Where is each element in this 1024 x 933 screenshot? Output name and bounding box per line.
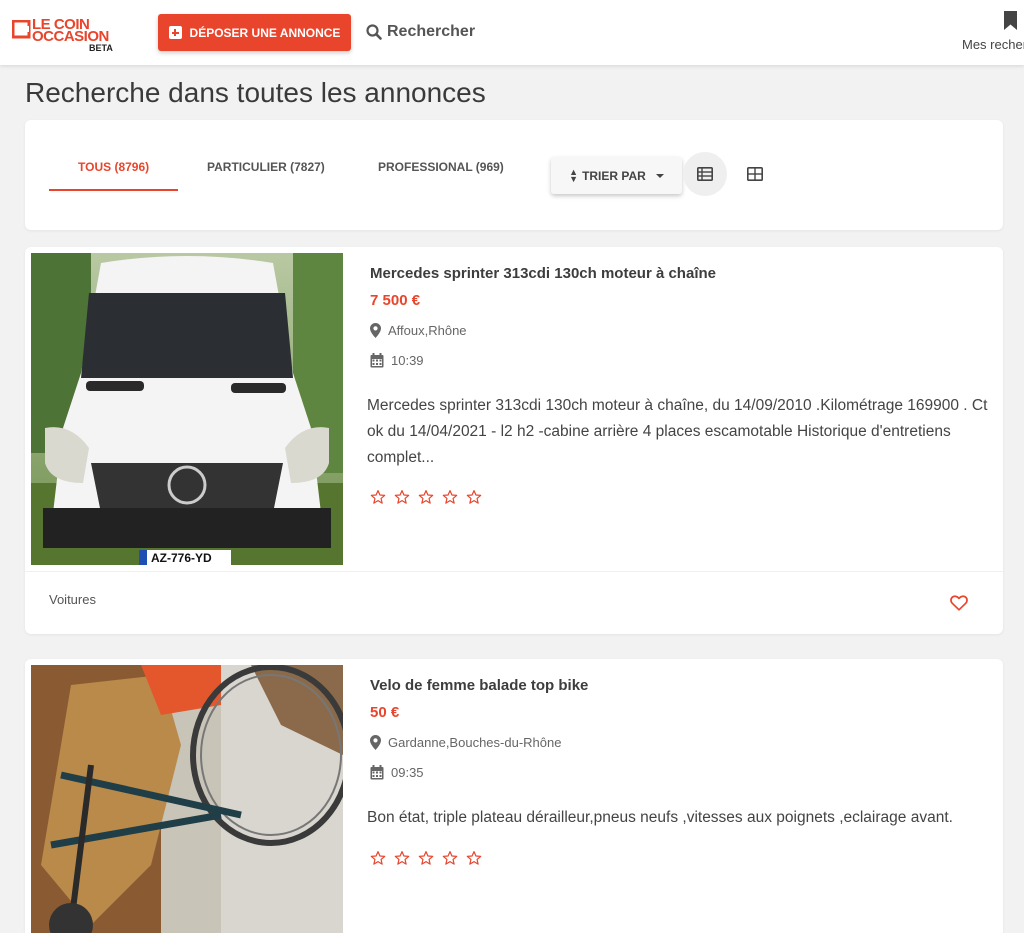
tab-professional[interactable]: PROFESSIONAL (969) xyxy=(378,160,504,174)
calendar-icon xyxy=(370,353,384,368)
sort-label: TRIER PAR xyxy=(582,168,646,183)
listing-price: 50 € xyxy=(370,704,400,721)
heart-outline-icon[interactable] xyxy=(950,595,968,611)
listing-footer: Voitures xyxy=(25,571,1003,634)
time-text: 09:35 xyxy=(391,765,424,780)
tab-private[interactable]: PARTICULIER (7827) xyxy=(207,160,325,174)
logo-line-2: OCCASION xyxy=(32,28,109,45)
star-outline-icon[interactable] xyxy=(394,850,410,866)
bike-photo xyxy=(31,665,343,933)
search-icon xyxy=(366,24,382,40)
listing-time: 09:35 xyxy=(370,765,424,780)
list-view-icon xyxy=(697,167,713,181)
star-outline-icon[interactable] xyxy=(370,850,386,866)
map-marker-icon xyxy=(370,323,381,338)
plate-text: AZ-776-YD xyxy=(151,551,212,565)
plus-square-icon xyxy=(168,26,182,39)
filter-bar: TOUS (8796) PARTICULIER (7827) PROFESSIO… xyxy=(25,120,1003,230)
search-link[interactable]: Rechercher xyxy=(366,22,475,42)
listing-description: Mercedes sprinter 313cdi 130ch moteur à … xyxy=(367,397,988,466)
listing-description: Bon état, triple plateau dérailleur,pneu… xyxy=(367,809,953,826)
bookmark-icon[interactable] xyxy=(1003,10,1018,31)
van-photo: AZ-776-YD xyxy=(31,253,343,565)
star-outline-icon[interactable] xyxy=(466,850,482,866)
time-text: 10:39 xyxy=(391,353,424,368)
logo-mark-icon xyxy=(12,20,31,39)
grid-view-toggle[interactable] xyxy=(733,152,777,196)
post-ad-label: DÉPOSER UNE ANNONCE xyxy=(189,25,341,40)
star-outline-icon[interactable] xyxy=(442,850,458,866)
search-link-label: Rechercher xyxy=(387,23,476,40)
page-title: Recherche dans toutes les annonces xyxy=(25,77,486,108)
listing-location: Gardanne,Bouches-du-Rhône xyxy=(370,735,561,750)
listing-category[interactable]: Voitures xyxy=(49,592,96,607)
calendar-icon xyxy=(370,765,384,780)
saved-searches-link[interactable]: Mes recherches xyxy=(962,37,1024,52)
star-outline-icon[interactable] xyxy=(370,489,386,505)
listing-image-van[interactable]: AZ-776-YD xyxy=(31,253,343,565)
beta-badge: BETA xyxy=(89,43,113,53)
listing-card[interactable]: AZ-776-YD Mercedes sprinter 313cdi 130ch… xyxy=(25,247,1003,634)
star-outline-icon[interactable] xyxy=(418,489,434,505)
caret-down-icon xyxy=(655,173,664,178)
listing-location: Affoux,Rhône xyxy=(370,323,467,338)
star-outline-icon[interactable] xyxy=(394,489,410,505)
location-text: Affoux,Rhône xyxy=(388,323,467,338)
listing-title[interactable]: Velo de femme balade top bike xyxy=(370,677,588,694)
star-outline-icon[interactable] xyxy=(466,489,482,505)
listing-time: 10:39 xyxy=(370,353,424,368)
star-outline-icon[interactable] xyxy=(442,489,458,505)
listing-card[interactable]: Velo de femme balade top bike 50 € Garda… xyxy=(25,659,1003,933)
star-outline-icon[interactable] xyxy=(418,850,434,866)
post-ad-button[interactable]: DÉPOSER UNE ANNONCE xyxy=(158,14,351,51)
listing-title[interactable]: Mercedes sprinter 313cdi 130ch moteur à … xyxy=(370,265,716,282)
sort-dropdown-button[interactable]: ▲ ▼ TRIER PAR xyxy=(551,157,682,194)
site-logo[interactable]: LE COIN OCCASION BETA xyxy=(12,17,117,54)
top-header: LE COIN OCCASION BETA DÉPOSER UNE ANNONC… xyxy=(0,0,1024,65)
list-view-toggle[interactable] xyxy=(683,152,727,196)
tab-all[interactable]: TOUS (8796) xyxy=(78,160,149,174)
listing-image-bike[interactable] xyxy=(31,665,343,933)
location-text: Gardanne,Bouches-du-Rhône xyxy=(388,735,562,750)
active-tab-indicator xyxy=(49,189,178,191)
rating-stars[interactable] xyxy=(370,850,482,866)
rating-stars[interactable] xyxy=(370,489,482,505)
map-marker-icon xyxy=(370,735,381,750)
sort-icon: ▲ ▼ xyxy=(569,166,579,184)
grid-view-icon xyxy=(747,167,763,181)
listing-price: 7 500 € xyxy=(370,292,421,309)
